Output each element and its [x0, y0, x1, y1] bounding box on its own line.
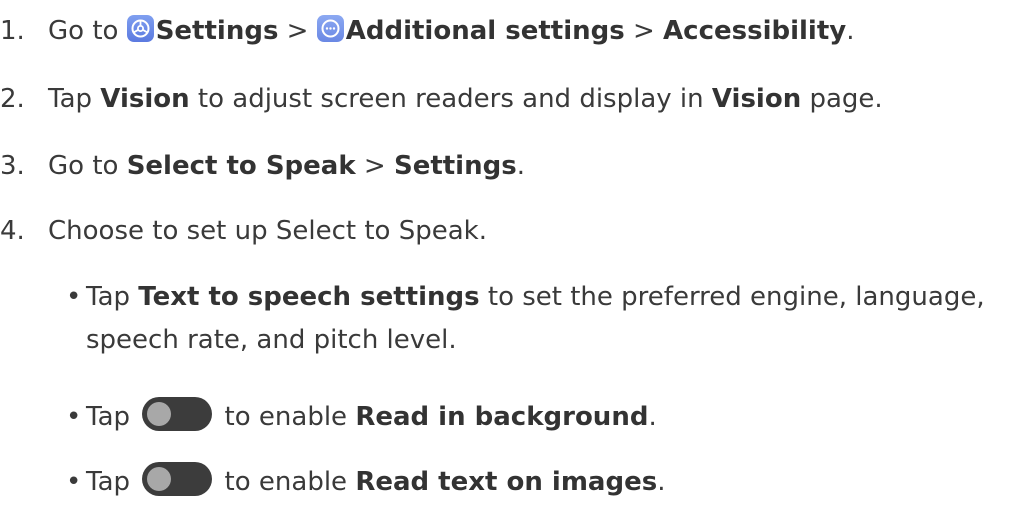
- bullet-marker: •: [66, 282, 82, 312]
- read-in-background-label: Read in background: [355, 402, 649, 432]
- bullet-text: to enable: [216, 467, 356, 497]
- toggle-switch-icon: [142, 397, 213, 431]
- read-text-on-images-label: Read text on images: [355, 467, 658, 497]
- toggle-knob: [147, 467, 172, 491]
- settings-gear-icon: [126, 15, 154, 42]
- bullet-marker: •: [66, 402, 82, 432]
- bullet-text: Tap: [86, 282, 139, 312]
- bullet-3: • Tap to enable Read text on images.: [66, 462, 665, 499]
- bullet-text: Tap: [86, 467, 139, 497]
- vision-label: Vision: [100, 84, 190, 114]
- step-4: 4. Choose to set up Select to Speak.: [0, 214, 487, 248]
- accessibility-label: Accessibility: [663, 16, 847, 46]
- bullet-marker: •: [66, 467, 82, 497]
- bullet-text: to set the preferred engine, language,: [479, 282, 985, 312]
- punctuation: .: [657, 467, 666, 497]
- step-number: 2.: [0, 84, 25, 114]
- step-text: Choose to set up Select to Speak.: [48, 216, 487, 246]
- bullet-1: • Tap Text to speech settings to set the …: [66, 280, 985, 314]
- punctuation: .: [846, 16, 855, 46]
- separator: >: [355, 151, 394, 181]
- step-text: page.: [801, 84, 883, 114]
- bullet-text: speech rate, and pitch level.: [86, 325, 457, 355]
- vision-page-label: Vision: [711, 84, 802, 114]
- step-3: 3. Go to Select to Speak > Settings.: [0, 149, 525, 183]
- bullet-1-continuation: speech rate, and pitch level.: [86, 323, 457, 357]
- additional-settings-label: Additional settings: [345, 16, 625, 46]
- step-text: Go to: [48, 151, 127, 181]
- bullet-text: to enable: [216, 402, 356, 432]
- separator: >: [624, 16, 664, 46]
- settings-label: Settings: [393, 151, 517, 181]
- toggle-switch-icon: [142, 462, 213, 496]
- step-number: 1.: [0, 16, 25, 46]
- step-text: Go to: [48, 16, 127, 46]
- punctuation: .: [516, 151, 525, 181]
- more-dots-icon: [316, 15, 344, 42]
- select-to-speak-label: Select to Speak: [126, 151, 356, 181]
- toggle-knob: [147, 402, 172, 426]
- separator: >: [278, 16, 317, 46]
- text-to-speech-settings-label: Text to speech settings: [138, 282, 480, 312]
- bullet-2: • Tap to enable Read in background.: [66, 397, 657, 434]
- bullet-text: Tap: [86, 402, 139, 432]
- step-1: 1. Go to Settings > Additional settings >…: [0, 14, 854, 48]
- step-text: Tap: [48, 84, 101, 114]
- step-text: to adjust screen readers and display in: [189, 84, 712, 114]
- punctuation: .: [648, 402, 657, 432]
- step-number: 4.: [0, 216, 25, 246]
- step-number: 3.: [0, 151, 25, 181]
- settings-label: Settings: [155, 16, 279, 46]
- step-2: 2. Tap Vision to adjust screen readers an…: [0, 82, 883, 116]
